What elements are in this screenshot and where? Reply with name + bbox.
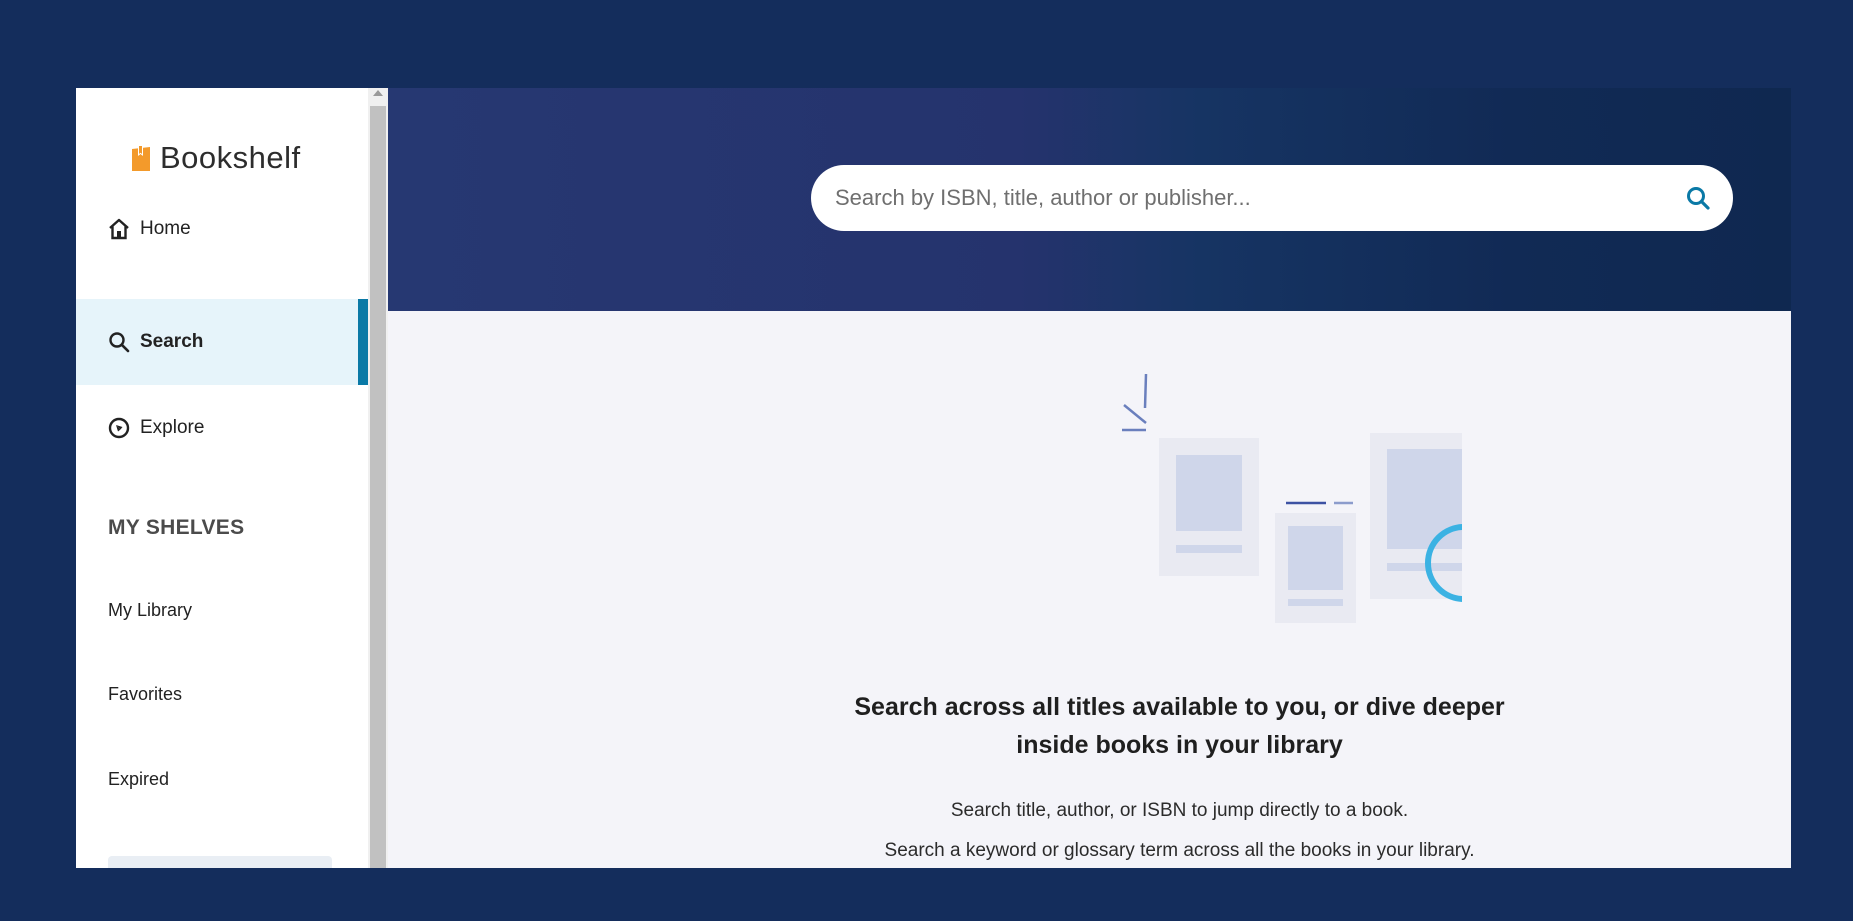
search-illustration [1122, 373, 1462, 623]
scroll-up-arrow-icon[interactable] [373, 90, 383, 96]
sidebar-item-label: Home [140, 218, 191, 239]
sidebar-item-my-library[interactable]: My Library [108, 600, 192, 621]
headline-line-2: inside books in your library [1016, 731, 1343, 759]
compass-icon [108, 417, 130, 439]
my-shelves-heading: MY SHELVES [108, 516, 245, 539]
sidebar-item-label: Explore [140, 417, 205, 438]
search-input[interactable] [835, 185, 1681, 211]
sidebar-item-label: Search [140, 331, 204, 352]
sidebar-item-favorites[interactable]: Favorites [108, 684, 182, 705]
search-submit-button[interactable] [1681, 181, 1715, 215]
sidebar-item-search[interactable]: Search [76, 299, 368, 385]
bookshelf-logo-icon [132, 145, 150, 171]
search-header [388, 88, 1791, 311]
search-tip-2: Search a keyword or glossary term across… [884, 840, 1475, 861]
search-tip-1: Search title, author, or ISBN to jump di… [950, 800, 1409, 821]
search-icon [1687, 187, 1710, 210]
brand-logo[interactable]: Bookshelf [130, 140, 301, 176]
sidebar: Bookshelf Home Search Explore MY SHELVES… [76, 88, 368, 868]
headline-line-1: Search across all titles available to yo… [854, 693, 1505, 721]
search-icon [109, 332, 130, 353]
sidebar-item-explore[interactable]: Explore [76, 385, 368, 471]
scrollbar-thumb[interactable] [370, 106, 386, 868]
sidebar-bottom-button[interactable] [108, 856, 332, 868]
brand-name: Bookshelf [160, 140, 301, 175]
search-empty-headline: Search across all titles available to yo… [568, 688, 1791, 764]
sidebar-scrollbar[interactable] [368, 88, 388, 868]
sidebar-item-expired[interactable]: Expired [108, 769, 169, 790]
search-bar [811, 165, 1733, 231]
home-icon [109, 218, 129, 240]
app-window: Bookshelf Home Search Explore MY SHELVES… [76, 88, 1791, 868]
sidebar-item-home[interactable]: Home [76, 186, 368, 272]
